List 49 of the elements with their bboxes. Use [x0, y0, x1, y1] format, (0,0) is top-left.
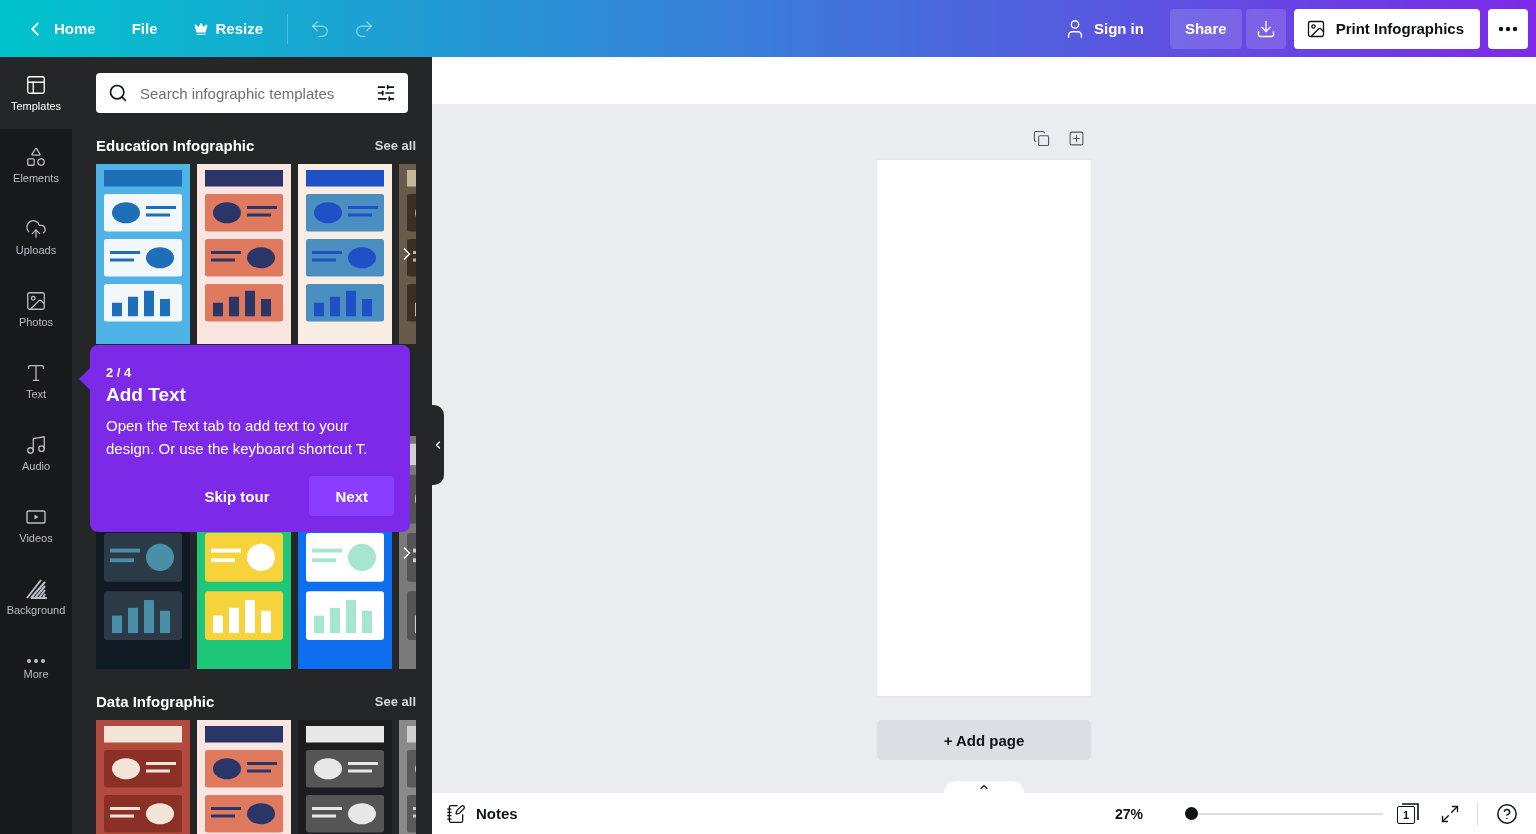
sidebar-tab[interactable]: Audio — [0, 417, 72, 489]
notes-icon — [446, 803, 466, 824]
text-icon — [25, 362, 47, 384]
sidebar-tab[interactable]: Background — [0, 561, 72, 633]
fullscreen-icon — [1440, 803, 1460, 824]
see-all-link[interactable]: See all — [374, 138, 416, 153]
more-icon — [1498, 25, 1518, 32]
expand-handle[interactable] — [944, 781, 1024, 793]
sidebar-tab[interactable]: More — [0, 633, 72, 705]
print-button[interactable]: Print Infographics — [1293, 8, 1480, 49]
download-button[interactable] — [1245, 8, 1286, 49]
collapse-panel-handle[interactable] — [432, 405, 444, 485]
zoom-percentage: 27% — [1115, 805, 1145, 822]
sign-in-button[interactable]: Sign in — [1051, 8, 1156, 49]
notes-button[interactable]: Notes — [446, 803, 518, 824]
share-button[interactable]: Share — [1169, 8, 1242, 49]
more-button[interactable] — [1488, 8, 1528, 49]
skip-tour-button[interactable]: Skip tour — [178, 476, 296, 516]
download-icon — [1255, 18, 1276, 39]
hatch-pattern-icon — [25, 578, 47, 600]
image-icon — [1305, 18, 1326, 39]
sidebar-tab[interactable]: Elements — [0, 129, 72, 201]
more-icon — [26, 658, 46, 664]
sidebar-tab[interactable]: Templates — [0, 57, 72, 129]
search-bar[interactable]: Search infographic templates — [96, 73, 408, 113]
shapes-icon — [25, 146, 47, 168]
see-all-link[interactable]: See all — [374, 694, 416, 709]
section-title: Data Infographic — [96, 693, 215, 710]
add-page-icon[interactable] — [1068, 130, 1085, 147]
sidebar-tab[interactable]: Videos — [0, 489, 72, 561]
image-icon — [25, 290, 47, 312]
tour-title: Add Text — [106, 384, 186, 406]
next-button[interactable]: Next — [309, 476, 394, 516]
cloud-upload-icon — [25, 218, 47, 240]
music-note-icon — [25, 434, 47, 456]
duplicate-page-icon[interactable] — [1033, 130, 1050, 147]
slider-thumb[interactable] — [1185, 807, 1198, 820]
tour-text: Open the Text tab to add text to your design. Or use the keyboard shortcut T. — [106, 416, 369, 459]
sidebar-tab[interactable]: Text — [0, 345, 72, 417]
filter-icon[interactable] — [376, 83, 396, 103]
search-icon — [108, 83, 128, 103]
tour-step: 2 / 4 — [106, 365, 132, 380]
help-icon — [1496, 802, 1518, 825]
section-title: Education Infographic — [96, 137, 255, 154]
templates-icon — [25, 74, 47, 96]
sidebar-tab[interactable]: Photos — [0, 273, 72, 345]
crown-icon — [193, 21, 208, 36]
add-page-button[interactable]: + Add page — [877, 720, 1091, 760]
sidebar-tab[interactable]: Uploads — [0, 201, 72, 273]
